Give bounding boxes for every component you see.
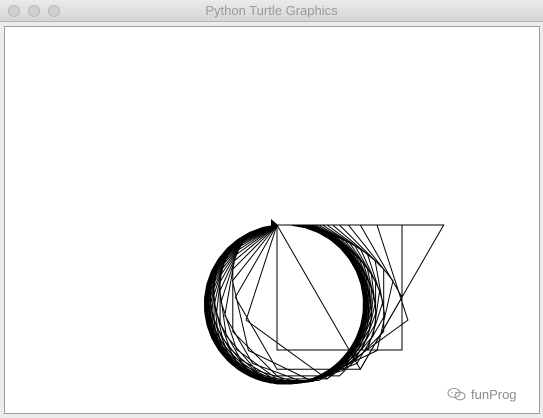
- window-title: Python Turtle Graphics: [205, 3, 338, 18]
- watermark: funProg: [447, 384, 517, 404]
- wechat-icon: [447, 387, 466, 401]
- polygon-8-sides: [232, 224, 385, 377]
- polygon-3-sides: [276, 224, 445, 371]
- turtle-window: Python Turtle Graphics funProg: [0, 0, 543, 418]
- turtle-drawing: [203, 219, 445, 385]
- watermark-text: funProg: [471, 386, 517, 402]
- turtle-canvas[interactable]: [4, 26, 540, 414]
- title-bar[interactable]: Python Turtle Graphics: [0, 0, 543, 22]
